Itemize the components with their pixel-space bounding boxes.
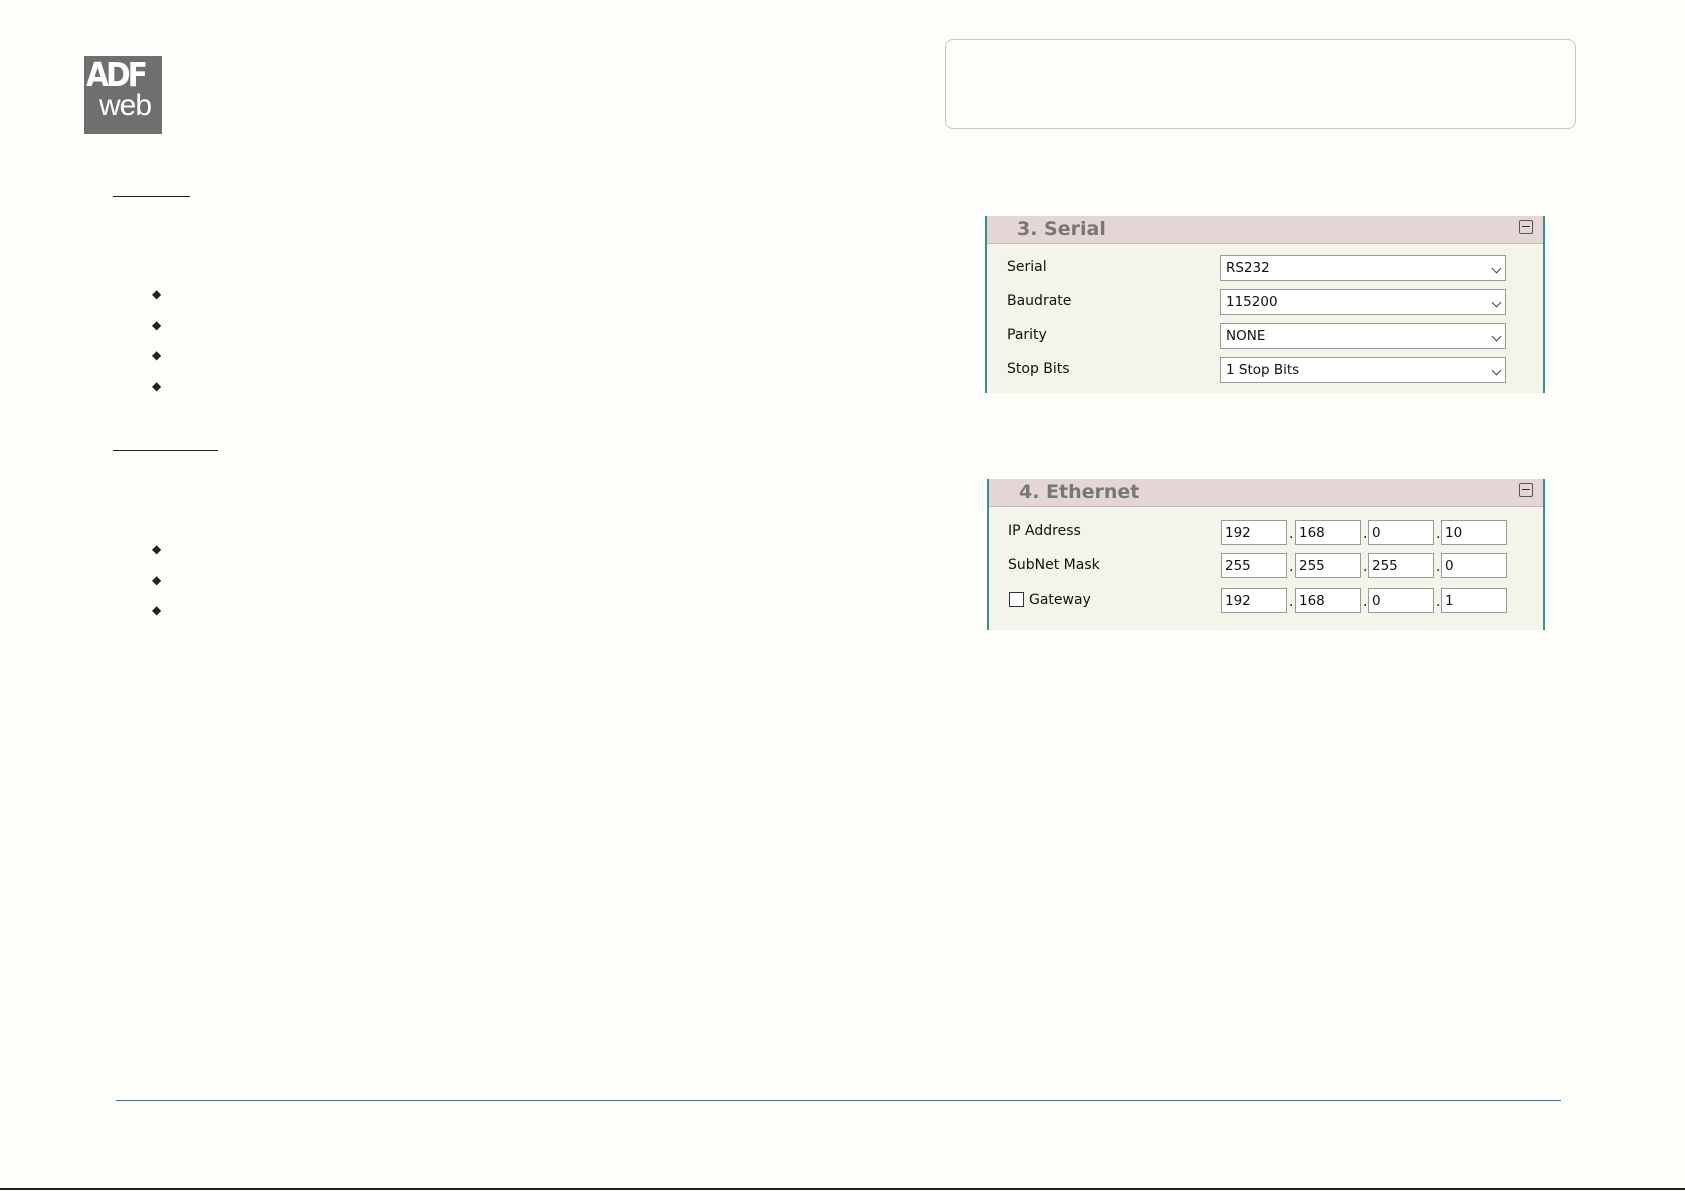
parity-select[interactable]: NONE [1220, 323, 1506, 349]
serial-label: Serial [1007, 259, 1047, 275]
ip-octet-1[interactable]: 192 [1221, 520, 1287, 545]
collapse-icon[interactable] [1519, 220, 1533, 234]
ip-octet-value: 168 [1299, 525, 1325, 541]
ip-octet-value: 192 [1225, 525, 1251, 541]
header-box [945, 39, 1576, 129]
octet-separator: . [1289, 526, 1294, 542]
gateway-checkbox[interactable] [1009, 592, 1024, 607]
subnet-octet-3[interactable]: 255 [1368, 553, 1434, 578]
subnet-octet-4[interactable]: 0 [1441, 553, 1507, 578]
serial-panel-header: 3. Serial [987, 216, 1543, 244]
baudrate-label: Baudrate [1007, 293, 1072, 309]
adfweb-logo: ADF web [84, 56, 162, 134]
baudrate-select-value: 115200 [1226, 294, 1278, 310]
gateway-octet-value: 192 [1225, 593, 1251, 609]
serial-panel: 3. Serial Serial RS232 Baudrate 115200 P… [985, 216, 1545, 393]
serial-panel-title: 3. Serial [1017, 218, 1106, 240]
serial-select-value: RS232 [1226, 260, 1270, 276]
list-bullet: ◆ [152, 348, 162, 362]
list-bullet: ◆ [152, 603, 162, 617]
gateway-octet-value: 0 [1372, 593, 1381, 609]
stop-bits-select[interactable]: 1 Stop Bits [1220, 357, 1506, 383]
gateway-octet-value: 1 [1445, 593, 1454, 609]
parity-select-value: NONE [1226, 328, 1266, 344]
subnet-octet-value: 255 [1372, 558, 1398, 574]
octet-separator: . [1436, 594, 1441, 610]
stop-bits-select-value: 1 Stop Bits [1226, 362, 1300, 378]
ethernet-panel: 4. Ethernet IP Address 192 . 168 . 0 . 1… [987, 479, 1545, 630]
ip-octet-value: 10 [1445, 525, 1463, 541]
section-heading-serial-underline [113, 196, 190, 197]
baudrate-select[interactable]: 115200 [1220, 289, 1506, 315]
list-bullet: ◆ [152, 287, 162, 301]
footer-divider [116, 1100, 1561, 1101]
gateway-label: Gateway [1029, 592, 1091, 608]
page-bottom-edge [0, 1188, 1685, 1190]
ip-octet-4[interactable]: 10 [1441, 520, 1507, 545]
gateway-octet-4[interactable]: 1 [1441, 588, 1507, 613]
ip-octet-2[interactable]: 168 [1295, 520, 1361, 545]
stop-bits-label: Stop Bits [1007, 361, 1070, 377]
collapse-icon[interactable] [1519, 483, 1533, 497]
subnet-mask-label: SubNet Mask [1008, 557, 1100, 573]
octet-separator: . [1363, 526, 1368, 542]
ethernet-panel-header: 4. Ethernet [989, 479, 1543, 507]
logo-line-2: web [99, 89, 152, 122]
subnet-octet-value: 255 [1225, 558, 1251, 574]
subnet-octet-value: 0 [1445, 558, 1454, 574]
list-bullet: ◆ [152, 573, 162, 587]
list-bullet: ◆ [152, 542, 162, 556]
octet-separator: . [1289, 594, 1294, 610]
section-heading-ethernet-underline [113, 450, 218, 451]
chevron-down-icon [1491, 365, 1502, 376]
list-bullet: ◆ [152, 379, 162, 393]
gateway-octet-2[interactable]: 168 [1295, 588, 1361, 613]
gateway-octet-3[interactable]: 0 [1368, 588, 1434, 613]
subnet-octet-2[interactable]: 255 [1295, 553, 1361, 578]
list-bullet: ◆ [152, 318, 162, 332]
gateway-octet-1[interactable]: 192 [1221, 588, 1287, 613]
octet-separator: . [1363, 594, 1368, 610]
ip-octet-3[interactable]: 0 [1368, 520, 1434, 545]
gateway-octet-value: 168 [1299, 593, 1325, 609]
chevron-down-icon [1491, 263, 1502, 274]
serial-select[interactable]: RS232 [1220, 255, 1506, 281]
octet-separator: . [1289, 559, 1294, 575]
ip-octet-value: 0 [1372, 525, 1381, 541]
octet-separator: . [1363, 559, 1368, 575]
octet-separator: . [1436, 526, 1441, 542]
octet-separator: . [1436, 559, 1441, 575]
ip-address-label: IP Address [1008, 523, 1081, 539]
ethernet-panel-title: 4. Ethernet [1019, 481, 1140, 503]
subnet-octet-value: 255 [1299, 558, 1325, 574]
chevron-down-icon [1491, 297, 1502, 308]
chevron-down-icon [1491, 331, 1502, 342]
subnet-octet-1[interactable]: 255 [1221, 553, 1287, 578]
parity-label: Parity [1007, 327, 1047, 343]
